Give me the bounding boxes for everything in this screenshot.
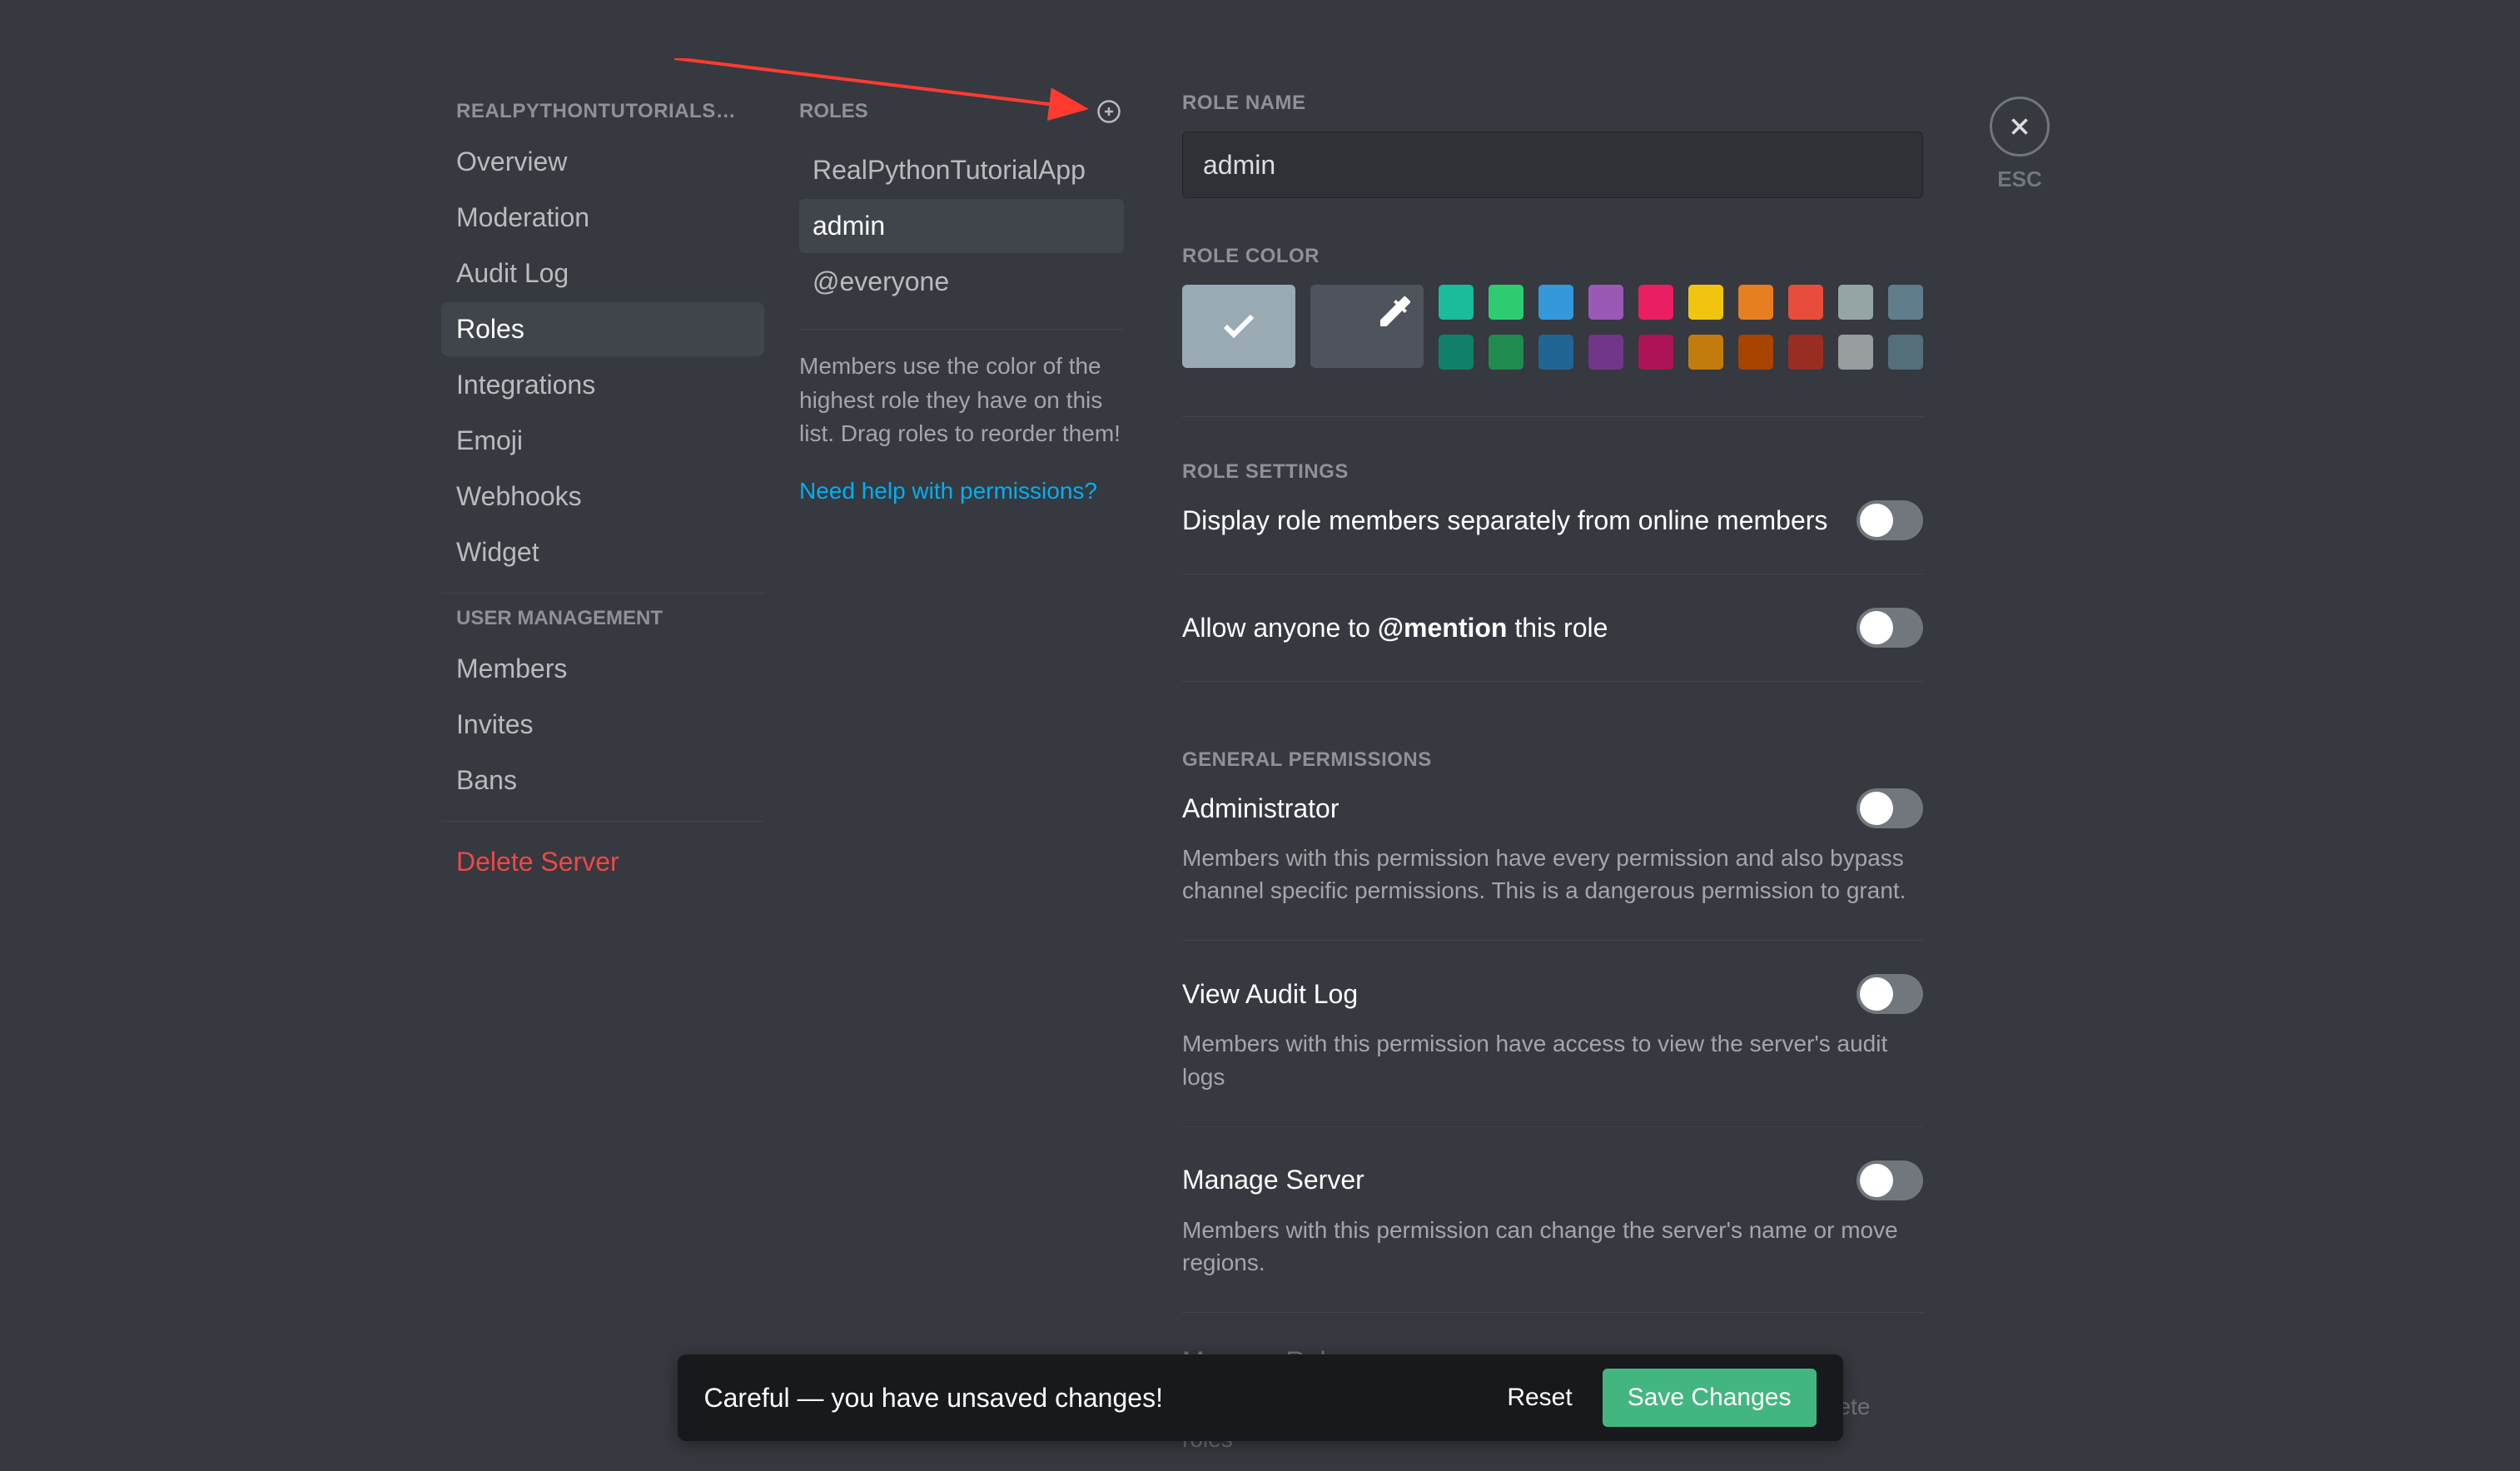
color-swatch[interactable] — [1838, 335, 1873, 370]
save-changes-button[interactable]: Save Changes — [1603, 1369, 1817, 1427]
sidebar-separator — [441, 593, 764, 594]
perm-administrator-desc: Members with this permission have every … — [1182, 842, 1923, 907]
perm-manage-server-title: Manage Server — [1182, 1165, 1364, 1195]
sidebar-item-emoji[interactable]: Emoji — [441, 414, 764, 468]
sidebar-item-bans[interactable]: Bans — [441, 753, 764, 808]
server-name-header: REALPYTHONTUTORIALSERV... — [441, 100, 764, 135]
user-management-header: USER MANAGEMENT — [441, 607, 764, 642]
color-swatch[interactable] — [1588, 335, 1623, 370]
perm-administrator-title: Administrator — [1182, 793, 1340, 824]
permissions-help-link[interactable]: Need help with permissions? — [799, 478, 1097, 504]
color-custom-swatch[interactable] — [1310, 285, 1424, 368]
close-button[interactable] — [1990, 97, 2050, 157]
perm-view-audit-log-title: View Audit Log — [1182, 979, 1358, 1010]
color-swatch[interactable] — [1638, 335, 1673, 370]
sidebar-item-audit-log[interactable]: Audit Log — [441, 246, 764, 301]
role-name-label: ROLE NAME — [1182, 92, 1923, 115]
color-swatch[interactable] — [1888, 285, 1923, 320]
color-swatch[interactable] — [1838, 285, 1873, 320]
toast-message: Careful — you have unsaved changes! — [704, 1383, 1163, 1414]
check-icon — [1219, 306, 1259, 346]
color-swatch[interactable] — [1888, 335, 1923, 370]
sidebar-item-widget[interactable]: Widget — [441, 525, 764, 579]
color-swatch[interactable] — [1538, 335, 1573, 370]
color-default-swatch[interactable] — [1182, 285, 1295, 368]
color-swatch[interactable] — [1638, 285, 1673, 320]
role-editor: ROLE NAME ROLE COLOR ROLE SETTINGS Displ… — [1141, 0, 1923, 1471]
color-swatch[interactable] — [1489, 285, 1523, 320]
eyedropper-icon — [1375, 291, 1415, 331]
sidebar-item-webhooks[interactable]: Webhooks — [441, 470, 764, 524]
role-color-label: ROLE COLOR — [1182, 245, 1923, 268]
color-swatch[interactable] — [1439, 335, 1474, 370]
section-separator — [1182, 416, 1923, 417]
display-separately-toggle[interactable] — [1856, 500, 1923, 540]
delete-server-button[interactable]: Delete Server — [441, 835, 764, 889]
sidebar-item-members[interactable]: Members — [441, 642, 764, 696]
sidebar-item-roles[interactable]: Roles — [441, 302, 764, 356]
plus-circle-icon — [1096, 99, 1121, 124]
color-swatch[interactable] — [1489, 335, 1523, 370]
unsaved-changes-toast: Careful — you have unsaved changes! Rese… — [678, 1354, 1843, 1441]
perm-administrator-toggle[interactable] — [1856, 788, 1923, 828]
perm-view-audit-log-toggle[interactable] — [1856, 974, 1923, 1014]
color-swatch[interactable] — [1788, 285, 1823, 320]
sidebar-item-integrations[interactable]: Integrations — [441, 358, 764, 412]
sidebar-item-moderation[interactable]: Moderation — [441, 191, 764, 245]
settings-sidebar: REALPYTHONTUTORIALSERV... Overview Moder… — [425, 0, 774, 1471]
roles-panel-header: ROLES — [799, 100, 868, 123]
display-separately-label: Display role members separately from onl… — [1182, 505, 1827, 536]
role-name-input[interactable] — [1182, 132, 1923, 198]
perm-manage-server-toggle[interactable] — [1856, 1160, 1923, 1200]
color-swatch[interactable] — [1538, 285, 1573, 320]
role-item[interactable]: admin — [799, 199, 1124, 253]
roles-list-panel: ROLES RealPythonTutorialApp admin @every… — [774, 0, 1141, 1471]
roles-help-text: Members use the color of the highest rol… — [799, 350, 1124, 451]
color-swatch[interactable] — [1788, 335, 1823, 370]
close-icon — [2006, 112, 2034, 141]
add-role-button[interactable] — [1094, 97, 1124, 127]
role-settings-label: ROLE SETTINGS — [1182, 460, 1923, 484]
general-permissions-label: GENERAL PERMISSIONS — [1182, 748, 1923, 772]
sidebar-item-overview[interactable]: Overview — [441, 135, 764, 189]
color-swatch[interactable] — [1439, 285, 1474, 320]
roles-separator — [799, 329, 1124, 330]
allow-mention-toggle[interactable] — [1856, 608, 1923, 648]
color-swatch[interactable] — [1738, 285, 1773, 320]
esc-label: ESC — [1997, 166, 2041, 192]
perm-manage-server-desc: Members with this permission can change … — [1182, 1214, 1923, 1279]
sidebar-separator — [441, 821, 764, 822]
reset-button[interactable]: Reset — [1507, 1384, 1572, 1412]
color-swatch[interactable] — [1688, 285, 1723, 320]
role-item[interactable]: RealPythonTutorialApp — [799, 143, 1124, 197]
perm-view-audit-log-desc: Members with this permission have access… — [1182, 1027, 1923, 1092]
sidebar-item-invites[interactable]: Invites — [441, 698, 764, 752]
color-swatch[interactable] — [1688, 335, 1723, 370]
color-swatch[interactable] — [1738, 335, 1773, 370]
color-swatch[interactable] — [1588, 285, 1623, 320]
allow-mention-label: Allow anyone to @mention this role — [1182, 613, 1608, 644]
role-item[interactable]: @everyone — [799, 255, 1124, 309]
